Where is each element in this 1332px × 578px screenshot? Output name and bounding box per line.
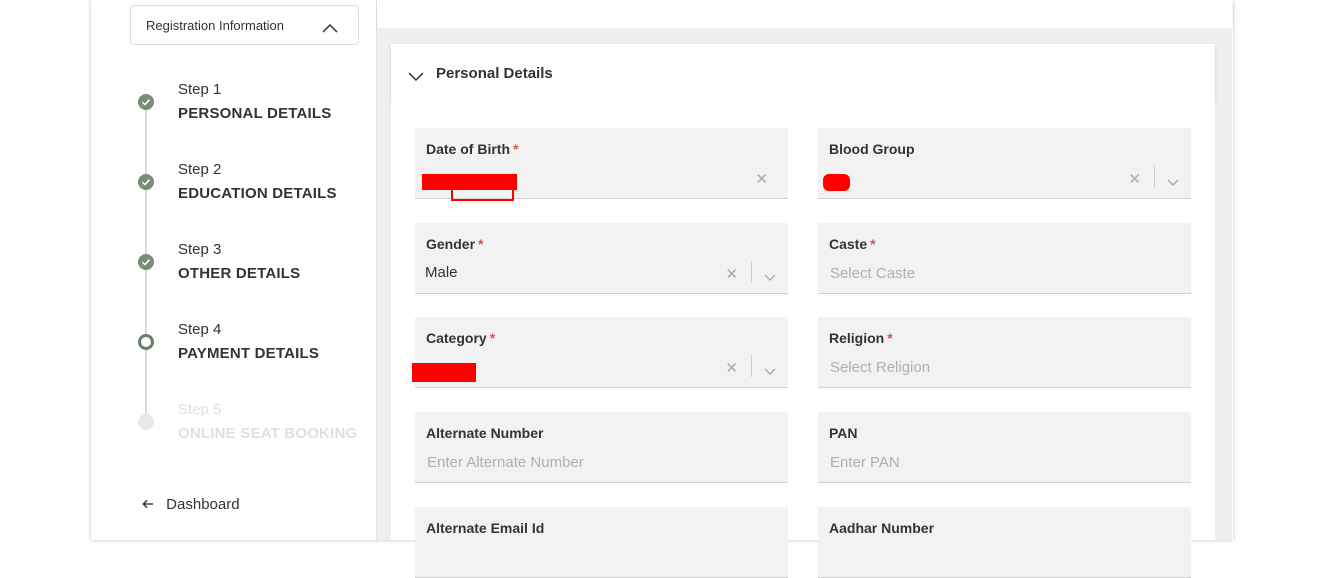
- chevron-down-icon[interactable]: [764, 363, 776, 381]
- step-2-title[interactable]: EDUCATION DETAILS: [178, 185, 337, 202]
- religion-placeholder: Select Religion: [830, 359, 931, 376]
- date-of-birth-label: Date of Birth: [426, 141, 510, 157]
- pan-placeholder: Enter PAN: [830, 454, 900, 471]
- close-icon[interactable]: ✕: [755, 170, 768, 188]
- step-2-number: Step 2: [178, 161, 222, 178]
- required-marker: *: [513, 141, 519, 157]
- aadhar-number-label: Aadhar Number: [829, 520, 935, 536]
- close-icon[interactable]: ✕: [725, 359, 738, 377]
- step-4-title[interactable]: PAYMENT DETAILS: [178, 345, 319, 362]
- religion-label: Religion: [829, 330, 885, 346]
- redaction-mark: [412, 363, 476, 382]
- step-1-number: Step 1: [178, 81, 222, 98]
- redaction-outline: [451, 188, 514, 201]
- alternate-number-placeholder: Enter Alternate Number: [427, 454, 584, 471]
- gender-value: Male: [425, 264, 458, 281]
- blood-group-field[interactable]: Blood Group ✕: [818, 128, 1191, 199]
- step-3-title[interactable]: OTHER DETAILS: [178, 265, 300, 282]
- registration-info-toggle[interactable]: Registration Information: [130, 5, 359, 45]
- aadhar-number-field[interactable]: Aadhar Number: [818, 507, 1191, 578]
- alternate-number-field[interactable]: Alternate Number Enter Alternate Number: [415, 412, 788, 483]
- caste-placeholder: Select Caste: [830, 265, 916, 282]
- required-marker: *: [887, 330, 893, 346]
- close-icon[interactable]: ✕: [725, 265, 738, 283]
- step-1-title[interactable]: PERSONAL DETAILS: [178, 105, 332, 122]
- chevron-down-icon: [408, 69, 424, 87]
- required-marker: *: [489, 330, 496, 346]
- caste-field[interactable]: Caste * Select Caste: [818, 223, 1191, 294]
- step-5-status-icon: [138, 414, 154, 430]
- step-5-title: ONLINE SEAT BOOKING: [178, 425, 358, 442]
- step-1-status-icon: [138, 94, 154, 110]
- dropdown-separator: [751, 261, 752, 283]
- blood-group-label: Blood Group: [829, 141, 915, 157]
- personal-details-accordion-header[interactable]: Personal Details: [391, 44, 1215, 104]
- step-4-number: Step 4: [178, 321, 222, 338]
- redaction-mark: [823, 174, 850, 191]
- dashboard-label: Dashboard: [166, 496, 240, 513]
- category-field[interactable]: Category * ✕: [412, 317, 788, 388]
- step-3-number: Step 3: [178, 241, 222, 258]
- chevron-down-icon[interactable]: [1167, 174, 1179, 192]
- chevron-up-icon: [322, 20, 338, 38]
- registration-info-label: Registration Information: [146, 18, 285, 33]
- pan-field[interactable]: PAN Enter PAN: [818, 412, 1191, 483]
- gender-label: Gender: [426, 236, 476, 252]
- religion-field[interactable]: Religion * Select Religion: [818, 317, 1191, 388]
- category-label: Category: [426, 330, 487, 346]
- step-5-number: Step 5: [178, 401, 222, 418]
- caste-label: Caste: [829, 236, 868, 252]
- dropdown-separator: [751, 355, 752, 377]
- back-to-dashboard-link[interactable]: Dashboard: [142, 496, 240, 513]
- alternate-number-label: Alternate Number: [426, 425, 544, 441]
- section-title: Personal Details: [436, 65, 553, 82]
- gender-field[interactable]: Gender * Male ✕: [415, 223, 788, 294]
- required-marker: *: [870, 236, 876, 252]
- step-2-status-icon: [138, 174, 154, 190]
- arrow-left-icon: [142, 496, 158, 513]
- alternate-email-field[interactable]: Alternate Email Id: [415, 507, 788, 578]
- chevron-down-icon[interactable]: [764, 269, 776, 287]
- required-marker: *: [478, 236, 484, 252]
- pan-label: PAN: [829, 425, 858, 441]
- step-4-status-icon: [138, 334, 154, 350]
- step-3-status-icon: [138, 254, 154, 270]
- alternate-email-label: Alternate Email Id: [426, 520, 545, 536]
- dropdown-separator: [1154, 166, 1155, 188]
- date-of-birth-field[interactable]: Date of Birth * ✕: [415, 128, 788, 201]
- close-icon[interactable]: ✕: [1128, 170, 1141, 188]
- top-bar: [377, 0, 1232, 28]
